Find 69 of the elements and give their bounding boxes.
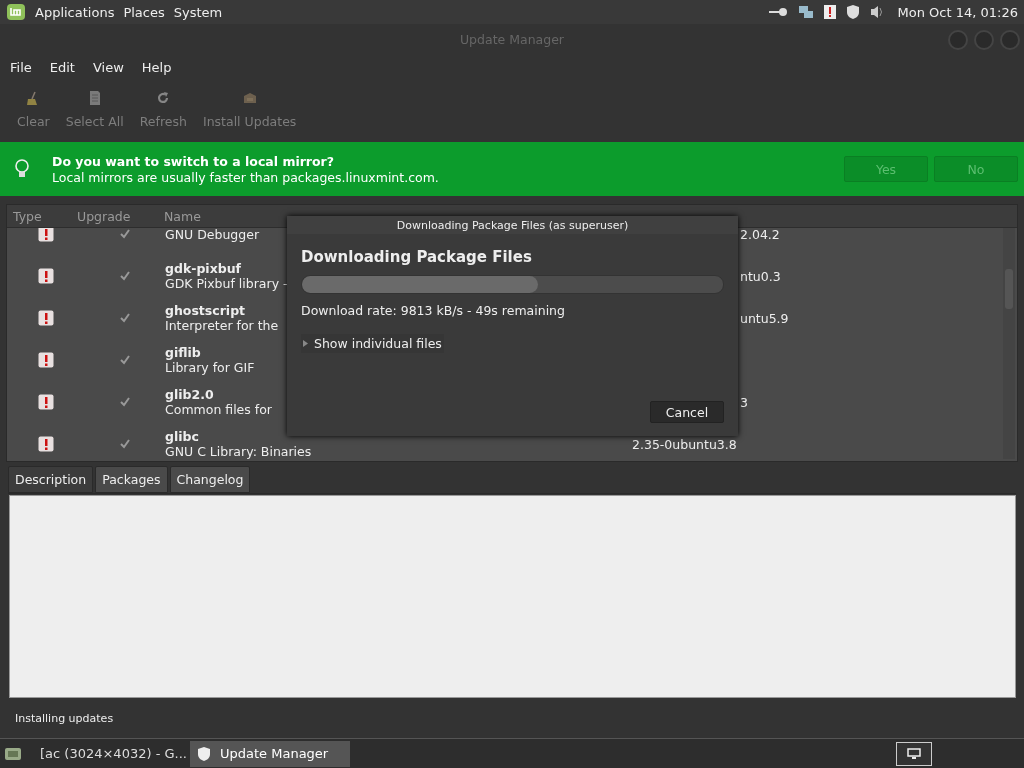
- menu-item[interactable]: File: [3, 59, 39, 75]
- package-name: ghostscript: [165, 303, 246, 318]
- key-icon: [766, 5, 789, 19]
- security-update-icon: [38, 228, 54, 242]
- dialog-heading: Downloading Package Files: [301, 248, 533, 266]
- tab[interactable]: Packages: [95, 466, 168, 493]
- panel-menu[interactable]: System: [173, 4, 223, 20]
- status-text: Installing updates: [15, 711, 114, 725]
- show-desktop-button[interactable]: [896, 741, 932, 766]
- dialog-title: Downloading Package Files (as superuser): [396, 218, 629, 232]
- column-header[interactable]: Upgrade: [77, 208, 164, 224]
- lightbulb-icon: [14, 159, 30, 179]
- checkbox[interactable]: [118, 437, 132, 451]
- caret-right-icon: [303, 340, 308, 347]
- checkmark-icon: [119, 270, 131, 282]
- checkmark-icon: [119, 396, 131, 408]
- security-update-icon: [38, 310, 54, 326]
- security-update-icon: [38, 352, 54, 368]
- menu-item[interactable]: View: [85, 59, 131, 75]
- package-description: GNU C Library: Binaries: [165, 444, 312, 459]
- tab[interactable]: Description: [8, 466, 94, 493]
- tab[interactable]: Changelog: [169, 466, 251, 493]
- version-text: 3: [740, 394, 748, 410]
- version-text: untu5.9: [740, 310, 789, 326]
- menu-item[interactable]: Edit: [42, 59, 82, 75]
- security-update-icon: [38, 394, 54, 410]
- alert-icon: [822, 4, 837, 20]
- version-text: ntu0.3: [740, 268, 781, 284]
- checkbox[interactable]: [118, 269, 132, 283]
- package-name: giflib: [165, 345, 201, 360]
- download-rate: Download rate: 9813 kB/s - 49s remaining: [301, 303, 566, 318]
- monitor-icon: [907, 747, 921, 760]
- checkmark-icon: [119, 354, 131, 366]
- version-text: 2.35-0ubuntu3.8: [632, 436, 737, 452]
- package-name: gdk-pixbuf: [165, 261, 241, 276]
- network-icon: [797, 4, 814, 20]
- volume-icon: [868, 4, 885, 20]
- menu-item[interactable]: Help: [134, 59, 179, 75]
- package-description: Interpreter for the: [165, 318, 279, 333]
- checkbox[interactable]: [118, 311, 132, 325]
- mint-logo-icon: [6, 3, 26, 21]
- taskbar-button[interactable]: [ac (3024×4032) - G...: [26, 740, 186, 767]
- clock: Mon Oct 14, 01:26: [897, 4, 1018, 20]
- info-message: Local mirrors are usually faster than packages.linuxmint.com.: [52, 169, 440, 185]
- info-title: Do you want to switch to a local mirror?: [52, 153, 336, 169]
- checkbox[interactable]: [118, 395, 132, 409]
- security-update-icon: [38, 268, 54, 284]
- checkmark-icon: [119, 228, 131, 240]
- taskbar-button[interactable]: Update Manager: [190, 740, 350, 767]
- checkbox[interactable]: [118, 228, 132, 241]
- checkbox[interactable]: [118, 353, 132, 367]
- package-description: GNU Debugger: [165, 228, 260, 242]
- panel-menu[interactable]: Applications: [35, 4, 115, 20]
- package-description: GDK Pixbuf library -: [165, 276, 288, 291]
- cancel-button[interactable]: Cancel: [650, 401, 724, 423]
- version-text: 2.04.2: [740, 228, 780, 242]
- security-update-icon: [38, 436, 54, 452]
- expander[interactable]: Show individual files: [301, 334, 444, 353]
- shield-icon: [196, 745, 212, 762]
- package-name: glib2.0: [165, 387, 214, 402]
- package-description: Common files for: [165, 402, 272, 417]
- checkmark-icon: [119, 312, 131, 324]
- scrollbar[interactable]: [1003, 227, 1015, 459]
- column-header[interactable]: Type: [7, 208, 77, 224]
- package-name: glibc: [165, 429, 199, 444]
- shield-icon: [845, 4, 860, 20]
- checkmark-icon: [119, 438, 131, 450]
- panel-menu[interactable]: Places: [123, 4, 165, 20]
- package-description: Library for GIF: [165, 360, 255, 375]
